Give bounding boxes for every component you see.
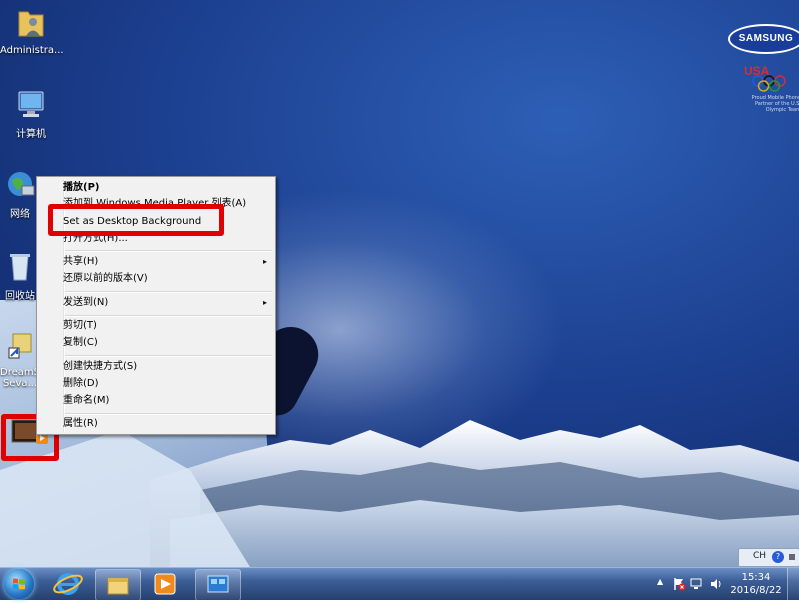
desktop-icon-network[interactable]: 网络 — [0, 168, 40, 220]
menu-item-send-to[interactable]: 发送到(N) ▸ — [63, 295, 273, 311]
desktop-icon-label: DreamS... Seva... — [0, 367, 50, 389]
action-center-flag-icon[interactable] — [672, 577, 686, 591]
show-desktop-button[interactable] — [787, 568, 799, 600]
help-icon[interactable]: ? — [772, 551, 784, 563]
folder-library-icon — [107, 577, 129, 595]
internet-explorer-icon — [53, 573, 83, 595]
start-button[interactable] — [4, 569, 34, 599]
desktop-icon-recycle-bin[interactable]: 回收站 — [0, 250, 40, 302]
recycle-bin-icon — [10, 254, 30, 281]
menu-item-cut[interactable]: 剪切(T) — [63, 318, 273, 334]
user-folder-icon — [18, 11, 44, 37]
menu-item-properties[interactable]: 属性(R) — [63, 416, 273, 432]
desktop-icon-label: 回收站 — [5, 291, 35, 302]
menu-separator — [65, 315, 272, 317]
samsung-logo: SAMSUNG — [728, 24, 799, 54]
submenu-arrow-icon: ▸ — [262, 298, 267, 307]
taskbar: ▲ 15:34 2016/8/22 — [0, 567, 799, 601]
language-code[interactable]: CH — [753, 551, 766, 561]
submenu-arrow-icon: ▸ — [262, 257, 267, 266]
menu-item-rename[interactable]: 重命名(M) — [63, 393, 273, 409]
set-background-highlight — [48, 204, 224, 236]
computer-icon — [18, 91, 44, 117]
network-status-icon[interactable] — [690, 577, 704, 591]
menu-separator — [65, 413, 272, 415]
tray-up-arrow-icon[interactable]: ▲ — [657, 577, 663, 586]
network-globe-icon — [8, 172, 35, 196]
desktop-icon-label: 计算机 — [16, 129, 46, 140]
desktop-icon-label: Administra... — [0, 45, 64, 56]
taskbar-media-player[interactable] — [145, 569, 185, 599]
menu-separator — [65, 250, 272, 252]
desktop-icon-dreamscene[interactable]: DreamS... Seva... — [0, 330, 50, 389]
olympic-rings-icon — [752, 75, 786, 92]
options-icon[interactable] — [789, 554, 795, 560]
menu-item-delete[interactable]: 删除(D) — [63, 376, 273, 392]
sponsor-text: Proud Mobile Phone Partner of the U.S. O… — [751, 95, 799, 113]
media-player-icon — [154, 573, 176, 595]
menu-item-create-shortcut[interactable]: 创建快捷方式(S) — [63, 359, 273, 375]
desktop-icon-user-folder[interactable]: Administra... — [0, 6, 64, 56]
tray-expand[interactable]: ▲ — [656, 568, 666, 600]
desktop[interactable]: SAMSUNG USA Proud Mobile Phone Partner o… — [0, 0, 799, 567]
menu-item-play[interactable]: 播放(P) — [63, 180, 273, 196]
volume-icon[interactable] — [709, 577, 723, 591]
menu-separator — [65, 355, 272, 357]
language-bar[interactable]: CH ? — [738, 548, 799, 567]
control-panel-icon — [207, 575, 229, 593]
menu-item-restore-previous[interactable]: 还原以前的版本(V) — [63, 271, 273, 287]
taskbar-clock[interactable]: 15:34 2016/8/22 — [730, 571, 782, 597]
taskbar-control-panel[interactable] — [195, 569, 241, 601]
shortcut-icon — [8, 333, 32, 359]
menu-item-copy[interactable]: 复制(C) — [63, 335, 273, 351]
taskbar-internet-explorer[interactable] — [48, 569, 88, 599]
clock-time: 15:34 — [741, 572, 771, 583]
desktop-icon-computer[interactable]: 计算机 — [0, 88, 62, 140]
desktop-icon-label: 网络 — [10, 209, 30, 220]
windows-logo-icon — [13, 578, 25, 590]
menu-separator — [65, 291, 272, 293]
menu-item-share[interactable]: 共享(H) ▸ — [63, 254, 273, 270]
taskbar-explorer[interactable] — [95, 569, 141, 601]
clock-date: 2016/8/22 — [730, 585, 782, 596]
